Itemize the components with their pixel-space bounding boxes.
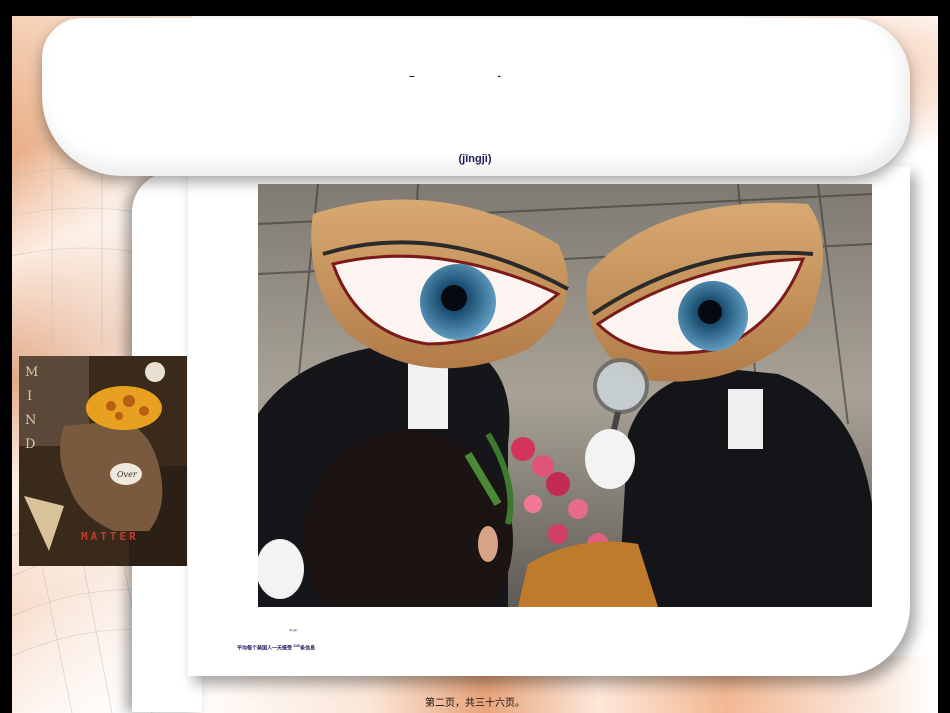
slide-subtitle-pinyin: (jīngjì): [458, 153, 492, 165]
mind-letter-i: I: [27, 389, 32, 404]
caption-small-note: (jīngjì): [289, 628, 298, 632]
mind-letter-d: D: [25, 437, 35, 452]
mind-over-matter-collage: M I N D Over MATTER: [19, 356, 187, 566]
caption-statistic-lead: 平均每个美国人一天接受: [237, 645, 293, 652]
page-footer: 第二页，共三十六页。: [425, 698, 525, 709]
over-word: Over: [117, 470, 138, 479]
slide-title: – -: [409, 71, 541, 82]
matter-word: MATTER: [81, 530, 139, 543]
mind-letter-n: N: [25, 413, 36, 428]
mind-letter-m: M: [25, 365, 38, 380]
slide: – - (jīngjì) M I N D Over MATTER (jīngjì…: [12, 16, 938, 713]
eyes-costume-photo: [258, 184, 872, 607]
caption-statistic-tail: 条信息: [300, 645, 316, 652]
caption-statistic: 平均每个美国人一天接受 340条信息: [237, 643, 315, 652]
